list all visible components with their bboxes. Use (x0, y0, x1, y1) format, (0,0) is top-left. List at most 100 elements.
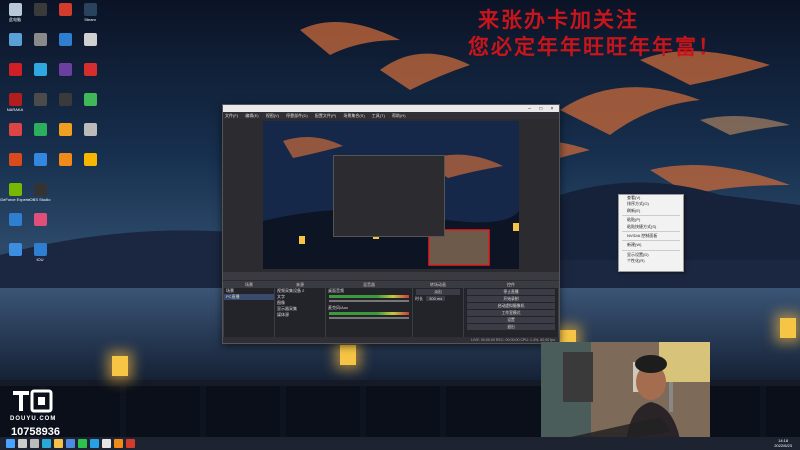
store-icon[interactable] (66, 439, 75, 448)
menu-item-paste-shortcut[interactable]: 粘贴快捷方式(S) (619, 224, 683, 230)
menu-item-new[interactable]: 新建(W) (619, 242, 683, 248)
menu-edit[interactable]: 编辑(E) (245, 113, 258, 118)
desktop-shortcut[interactable]: IOU (25, 243, 55, 271)
search-icon[interactable] (18, 439, 27, 448)
app-icon (8, 183, 22, 196)
controls-header: 控件 (464, 282, 558, 288)
obs-icon[interactable] (102, 439, 111, 448)
app-icon (83, 3, 97, 16)
douyu-brand-text: DOUYU.COM (10, 416, 57, 422)
app-icon (8, 93, 22, 106)
app-icon (33, 183, 47, 196)
edge-icon[interactable] (42, 439, 51, 448)
sources-dock: 来源 视频采集设备 2 文字 图像 显示器采集 媒体源 (274, 281, 326, 339)
menu-separator (622, 249, 680, 251)
start-icon[interactable] (6, 439, 15, 448)
explorer-icon[interactable] (54, 439, 63, 448)
menu-tools[interactable]: 工具(T) (372, 113, 385, 118)
menu-file[interactable]: 文件(F) (225, 113, 238, 118)
qq-icon[interactable] (90, 439, 99, 448)
stop-streaming-button[interactable]: 停止直播 (467, 289, 555, 295)
desktop-shortcut[interactable]: Steam (75, 3, 105, 31)
promo-line-1: 来张办卡加关注 (478, 7, 639, 32)
menu-separator (622, 231, 680, 233)
maximize-icon[interactable]: □ (536, 106, 546, 113)
studio-mode-button[interactable]: 工作室模式 (467, 310, 555, 316)
taskbar: 14:18 2022/6/23 (0, 437, 800, 450)
desktop-context-menu: 查看(V) 排序方式(O) 刷新(E) 粘贴(P) 粘贴快捷方式(S) NVID… (618, 194, 684, 272)
source-item[interactable]: 媒体源 (275, 312, 325, 318)
volume-meter (329, 312, 409, 315)
menu-profile[interactable]: 配置文件(P) (315, 113, 336, 118)
menu-item-personalize[interactable]: 个性化(R) (619, 258, 683, 264)
webcam-overlay (541, 342, 710, 445)
menu-scene-collection[interactable]: 场景集合(S) (343, 113, 364, 118)
virtual-camera-button[interactable]: 启动虚拟摄像机 (467, 303, 555, 309)
desktop-shortcut[interactable] (75, 33, 105, 61)
lantern (112, 356, 128, 376)
nested-obs-preview (333, 155, 445, 237)
app-icon[interactable] (126, 439, 135, 448)
close-icon[interactable]: × (547, 106, 557, 113)
obs-titlebar[interactable]: – □ × (223, 105, 559, 112)
mixer-dock: 混音器 桌面音频 麦克风/Aux (325, 281, 413, 339)
webcam-image (541, 342, 710, 445)
scene-item[interactable]: PC直播 (224, 294, 274, 300)
app-icon (58, 123, 72, 136)
menu-item-nvidia[interactable]: NVIDIA 控制面板 (619, 233, 683, 239)
desktop-shortcut-label: IOU (36, 257, 44, 262)
menu-view[interactable]: 视图(V) (266, 113, 279, 118)
mixer-track-label: 桌面音频 (328, 288, 344, 293)
duration-label: 时长 (415, 296, 423, 301)
minimize-icon[interactable]: – (524, 106, 534, 113)
desktop-shortcut[interactable]: OBS Studio (25, 183, 55, 211)
scenes-dock: 场景 场景 PC直播 (223, 281, 275, 339)
app-icon (58, 33, 72, 46)
wechat-icon[interactable] (78, 439, 87, 448)
app-icon (83, 153, 97, 166)
menu-help[interactable]: 帮助(H) (392, 113, 406, 118)
app-icon (8, 3, 22, 16)
obs-scene-toolbar (223, 272, 559, 280)
exit-button[interactable]: 退出 (467, 324, 555, 330)
obs-window[interactable]: – □ × 文件(F) 编辑(E) 视图(V) 停靠部件(D) 配置文件(P) … (222, 104, 560, 344)
app-icon (58, 63, 72, 76)
controls-dock: 控件 停止直播 开始录制 启动虚拟摄像机 工作室模式 设置 退出 (463, 281, 559, 339)
app-icon (58, 3, 72, 16)
settings-button[interactable]: 设置 (467, 317, 555, 323)
duration-input[interactable]: 300 ms (426, 296, 446, 301)
duration-row: 时长 300 ms (413, 296, 463, 302)
transition-select[interactable]: 淡出 (416, 289, 460, 295)
menu-item-refresh[interactable]: 刷新(E) (619, 208, 683, 214)
app-icon (33, 243, 47, 256)
desktop-shortcut[interactable] (75, 63, 105, 91)
volume-slider[interactable] (329, 300, 409, 302)
desktop-shortcut[interactable] (75, 93, 105, 121)
obs-preview[interactable] (263, 121, 519, 269)
app-icon (83, 63, 97, 76)
desktop-shortcut[interactable] (75, 153, 105, 181)
volume-meter (329, 295, 409, 298)
desktop-shortcut[interactable] (25, 213, 55, 241)
app-icon (33, 93, 47, 106)
menu-docks[interactable]: 停靠部件(D) (286, 113, 308, 118)
taskbar-clock[interactable]: 14:18 2022/6/23 (774, 438, 792, 448)
app-icon (83, 123, 97, 136)
app-icon (8, 243, 22, 256)
app-icon (83, 93, 97, 106)
app-icon[interactable] (114, 439, 123, 448)
volume-slider[interactable] (329, 317, 409, 319)
app-icon (33, 123, 47, 136)
app-icon (8, 63, 22, 76)
desktop-shortcut-label: Steam (84, 17, 96, 22)
desktop-shortcut[interactable] (75, 123, 105, 151)
mixer-track-label: 麦克风/Aux (328, 305, 349, 310)
app-icon (33, 213, 47, 226)
start-recording-button[interactable]: 开始录制 (467, 296, 555, 302)
app-icon (58, 93, 72, 106)
clock-date: 2022/6/23 (774, 443, 792, 448)
promo-line-2: 您必定年年旺旺年年富！ (468, 34, 721, 59)
app-icon (8, 153, 22, 166)
app-icon (33, 33, 47, 46)
task-view-icon[interactable] (30, 439, 39, 448)
